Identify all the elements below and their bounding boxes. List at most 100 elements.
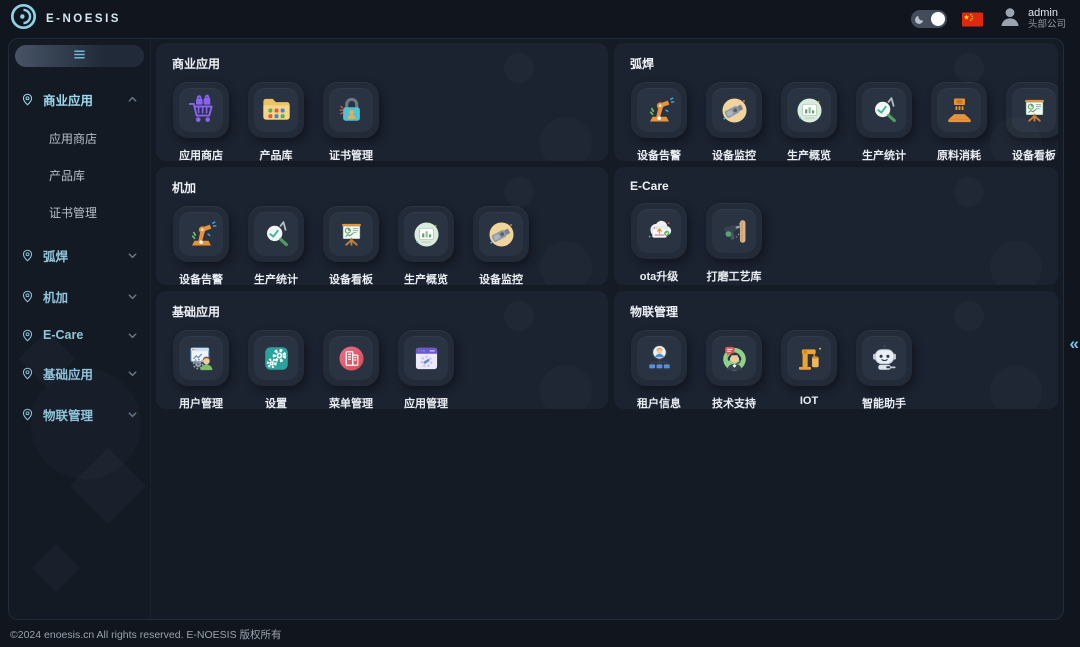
sidebar-item-label: 弧焊 (43, 246, 68, 265)
app-menu-mgmt[interactable]: 菜单管理 (322, 330, 380, 409)
app-tile (248, 330, 304, 386)
chevron-down-icon (127, 409, 138, 420)
sidebar-item-iot-mgmt[interactable]: 物联管理 (15, 394, 144, 435)
app-app-mgmt[interactable]: 应用管理 (397, 330, 455, 409)
gear-icon (254, 336, 298, 380)
support-icon (712, 336, 756, 380)
app-tiles-row: 用户管理设置菜单管理应用管理 (172, 330, 592, 409)
app-tile (631, 203, 687, 259)
app-tile (173, 206, 229, 262)
app-ota-upgrade[interactable]: ota升级 (630, 203, 688, 284)
app-label: 生产统计 (254, 271, 298, 285)
sidebar-item-basic-apps[interactable]: 基础应用 (15, 353, 144, 394)
app-iot[interactable]: IOT (780, 330, 838, 409)
china-flag-icon[interactable] (962, 12, 983, 27)
app-grinding-lib[interactable]: 打磨工艺库 (705, 203, 763, 284)
app-tiles-row: 租户信息 技术支持 IOT 智能助手 (630, 330, 1042, 409)
app-device-monitor[interactable]: 设备监控 (472, 206, 530, 285)
app-production-stats[interactable]: 生产统计 (855, 82, 913, 161)
panel-collapse-arrow[interactable]: « (1070, 335, 1079, 352)
sidebar-item-label: 基础应用 (43, 364, 93, 383)
app-label: 设备告警 (637, 147, 681, 161)
app-production-overview[interactable]: 生产概览 (397, 206, 455, 285)
app-production-stats[interactable]: 生产统计 (247, 206, 305, 285)
location-pin-icon (21, 249, 34, 262)
app-tile (173, 82, 229, 138)
sidebar-item-arc-welding[interactable]: 弧焊 (15, 235, 144, 276)
topbar-right: admin 头部公司 (911, 5, 1066, 34)
chevron-up-icon (127, 94, 138, 105)
app-label: 应用商店 (179, 147, 223, 161)
app-label: 生产统计 (862, 147, 906, 161)
app-settings[interactable]: 设置 (247, 330, 305, 409)
sidebar-subitem-cert-mgmt[interactable]: 证书管理 (49, 194, 144, 231)
app-user-mgmt[interactable]: 用户管理 (172, 330, 230, 409)
sidebar-item-machining[interactable]: 机加 (15, 276, 144, 317)
app-label: 智能助手 (862, 395, 906, 409)
folder-icon (254, 88, 298, 132)
app-tiles-row: 设备告警设备监控生产概览生产统计原料消耗设备看板 (630, 82, 1042, 161)
chevron-down-icon (127, 291, 138, 302)
app-label: 产品库 (260, 147, 293, 161)
sidebar-item-label: 物联管理 (43, 405, 93, 424)
main-area: 商业应用应用商店产品库证书管理弧焊设备告警设备监控生产概览生产统计原料消耗设备看… (151, 39, 1063, 619)
sidebar-subitem-app-store[interactable]: 应用商店 (49, 120, 144, 157)
cart-icon (179, 88, 223, 132)
chart-circle-icon (787, 88, 831, 132)
iot-icon (787, 336, 831, 380)
user-menu[interactable]: admin 头部公司 (998, 5, 1066, 34)
app-tile (706, 203, 762, 259)
camera-icon (712, 88, 756, 132)
app-tenant-info[interactable]: 租户信息 (630, 330, 688, 409)
sidebar-decoration (32, 544, 80, 592)
app-tech-support[interactable]: 技术支持 (705, 330, 763, 409)
app-assistant[interactable]: 智能助手 (855, 330, 913, 409)
section-title: 商业应用 (172, 55, 592, 72)
sidebar-subitem-product-lib[interactable]: 产品库 (49, 157, 144, 194)
app-device-alarm[interactable]: 设备告警 (172, 206, 230, 285)
sidebar-item-label: E-Care (43, 328, 83, 342)
grinder-icon (712, 209, 756, 253)
chevron-down-icon (127, 250, 138, 261)
app-tile (398, 206, 454, 262)
robot-arm-icon (637, 88, 681, 132)
footer: ©2024 enoesis.cn All rights reserved. E-… (0, 621, 1080, 647)
lock-icon (329, 88, 373, 132)
hamburger-icon (73, 47, 86, 65)
app-device-board[interactable]: 设备看板 (322, 206, 380, 285)
app-label: 设备监控 (712, 147, 756, 161)
app-product-lib[interactable]: 产品库 (247, 82, 305, 161)
app-label: 原料消耗 (937, 147, 981, 161)
app-label: 打磨工艺库 (707, 268, 762, 284)
app-device-monitor[interactable]: 设备监控 (705, 82, 763, 161)
theme-toggle[interactable] (911, 10, 947, 28)
app-device-alarm[interactable]: 设备告警 (630, 82, 688, 161)
app-device-board[interactable]: 设备看板 (1005, 82, 1058, 161)
app-tiles-row: ota升级 打磨工艺库 (630, 203, 1042, 284)
camera-icon (479, 212, 523, 256)
app-production-overview[interactable]: 生产概览 (780, 82, 838, 161)
app-app-store[interactable]: 应用商店 (172, 82, 230, 161)
app-tile (473, 206, 529, 262)
app-label: 租户信息 (637, 395, 681, 409)
location-pin-icon (21, 329, 34, 342)
app-tile (931, 82, 987, 138)
app-tile (706, 330, 762, 386)
app-tile (323, 330, 379, 386)
menu-mgmt-icon (329, 336, 373, 380)
app-material-consumption[interactable]: 原料消耗 (930, 82, 988, 161)
sidebar-item-business-apps[interactable]: 商业应用 (15, 79, 144, 120)
brand: E-NOESIS (10, 3, 121, 35)
logo-icon (10, 3, 37, 35)
sidebar-nav: 商业应用应用商店产品库证书管理弧焊机加 E-Care 基础应用物联管理 (15, 79, 144, 435)
app-tile (856, 330, 912, 386)
app-tiles-row: 设备告警生产统计 设备看板生产概览设备监控 (172, 206, 592, 285)
magnifier-icon (862, 88, 906, 132)
section-card-arc-welding: 弧焊设备告警设备监控生产概览生产统计原料消耗设备看板 (614, 43, 1058, 161)
sidebar-item-e-care[interactable]: E-Care (15, 317, 144, 353)
app-tile (631, 330, 687, 386)
app-tile (706, 82, 762, 138)
sidebar-collapse-toggle[interactable] (15, 45, 144, 67)
app-cert-mgmt[interactable]: 证书管理 (322, 82, 380, 161)
app-label: ota升级 (640, 268, 679, 284)
